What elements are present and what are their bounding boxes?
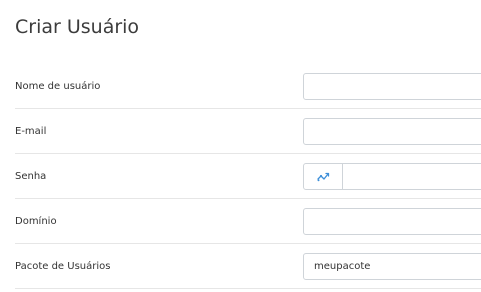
form-row-domain: Domínio [15,199,481,244]
username-label: Nome de usuário [15,81,101,92]
domain-input[interactable] [304,209,481,234]
password-label: Senha [15,171,47,182]
random-password-icon [316,172,329,182]
password-field-box [303,163,481,190]
form-row-user-package: Pacote de Usuários [15,244,481,289]
form-row-username: Nome de usuário [15,64,481,109]
username-input[interactable] [304,74,481,99]
domain-label: Domínio [15,216,57,227]
password-input[interactable] [343,164,481,189]
form-row-email: E-mail [15,109,481,154]
create-user-form: Nome de usuário E-mail Senha Domínio Pac… [15,64,481,289]
email-input[interactable] [304,119,481,144]
form-row-password: Senha [15,154,481,199]
page-title: Criar Usuário [15,16,140,38]
email-label: E-mail [15,126,47,137]
email-field-box [303,118,481,145]
user-package-field-box [303,253,481,280]
create-user-page: Criar Usuário Nome de usuário E-mail Sen… [0,0,481,292]
username-field-box [303,73,481,100]
user-package-input[interactable] [304,254,481,279]
generate-password-button[interactable] [304,164,343,189]
domain-field-box [303,208,481,235]
user-package-label: Pacote de Usuários [15,261,111,272]
